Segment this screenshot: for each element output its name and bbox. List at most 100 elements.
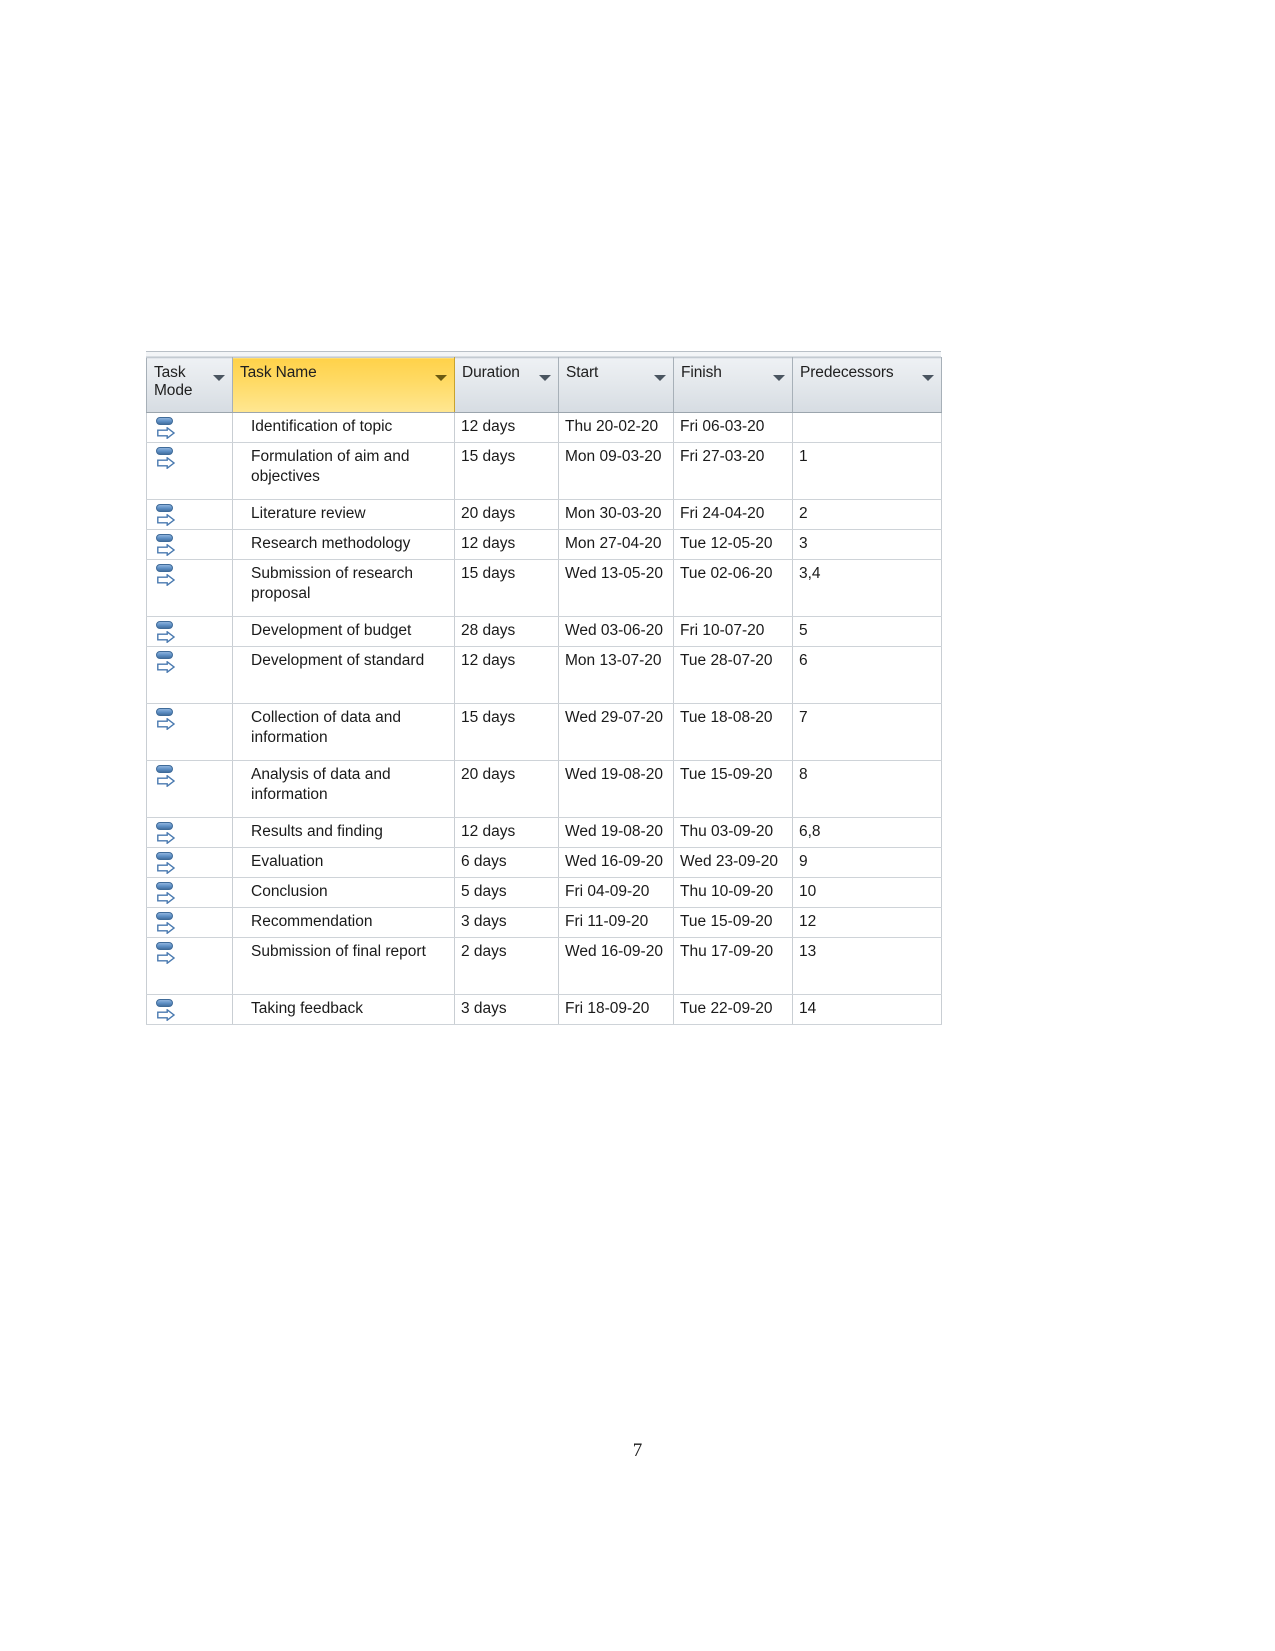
table-row[interactable]: Collection of data and information 15 day… <box>146 703 942 761</box>
cell-duration[interactable]: 5 days <box>454 877 559 908</box>
cell-task-mode[interactable] <box>146 937 233 995</box>
cell-start[interactable]: Wed 13-05-20 <box>558 559 674 617</box>
cell-finish[interactable]: Tue 12-05-20 <box>673 529 793 560</box>
manually-scheduled-task-icon[interactable] <box>155 533 177 558</box>
table-row[interactable]: Taking feedback 3 days Fri 18-09-20 Tue 22-… <box>146 994 942 1025</box>
cell-task-name[interactable]: Taking feedback <box>232 994 455 1025</box>
table-row[interactable]: Analysis of data and information 20 days W… <box>146 760 942 818</box>
cell-duration[interactable]: 28 days <box>454 616 559 647</box>
filter-dropdown-icon[interactable] <box>539 375 551 381</box>
cell-task-mode[interactable] <box>146 994 233 1025</box>
cell-task-name[interactable]: Development of budget <box>232 616 455 647</box>
cell-finish[interactable]: Thu 17-09-20 <box>673 937 793 995</box>
cell-start[interactable]: Fri 04-09-20 <box>558 877 674 908</box>
cell-task-name[interactable]: Formulation of aim and objectives <box>232 442 455 500</box>
cell-start[interactable]: Fri 18-09-20 <box>558 994 674 1025</box>
cell-task-mode[interactable] <box>146 877 233 908</box>
cell-predecessors[interactable]: 12 <box>792 907 942 938</box>
cell-finish[interactable]: Fri 10-07-20 <box>673 616 793 647</box>
manually-scheduled-task-icon[interactable] <box>155 650 177 675</box>
cell-duration[interactable]: 6 days <box>454 847 559 878</box>
cell-task-name[interactable]: Literature review <box>232 499 455 530</box>
cell-finish[interactable]: Tue 02-06-20 <box>673 559 793 617</box>
cell-start[interactable]: Wed 03-06-20 <box>558 616 674 647</box>
cell-finish[interactable]: Thu 10-09-20 <box>673 877 793 908</box>
column-header-duration[interactable]: Duration <box>454 357 559 413</box>
cell-start[interactable]: Wed 16-09-20 <box>558 937 674 995</box>
cell-finish[interactable]: Tue 15-09-20 <box>673 760 793 818</box>
cell-predecessors[interactable]: 2 <box>792 499 942 530</box>
cell-predecessors[interactable]: 6 <box>792 646 942 704</box>
cell-start[interactable]: Wed 19-08-20 <box>558 760 674 818</box>
cell-start[interactable]: Mon 09-03-20 <box>558 442 674 500</box>
cell-start[interactable]: Fri 11-09-20 <box>558 907 674 938</box>
table-row[interactable]: Literature review 20 days Mon 30-03-20 Fri … <box>146 499 942 530</box>
cell-task-name[interactable]: Results and finding <box>232 817 455 848</box>
cell-duration[interactable]: 20 days <box>454 499 559 530</box>
cell-duration[interactable]: 3 days <box>454 994 559 1025</box>
cell-duration[interactable]: 2 days <box>454 937 559 995</box>
cell-start[interactable]: Mon 30-03-20 <box>558 499 674 530</box>
cell-task-mode[interactable] <box>146 646 233 704</box>
cell-task-mode[interactable] <box>146 559 233 617</box>
table-row[interactable]: Submission of final report 2 days Wed 16-0… <box>146 937 942 995</box>
cell-task-mode[interactable] <box>146 760 233 818</box>
manually-scheduled-task-icon[interactable] <box>155 620 177 645</box>
cell-duration[interactable]: 12 days <box>454 529 559 560</box>
cell-finish[interactable]: Tue 15-09-20 <box>673 907 793 938</box>
cell-predecessors[interactable]: 3 <box>792 529 942 560</box>
cell-predecessors[interactable]: 8 <box>792 760 942 818</box>
cell-start[interactable]: Mon 27-04-20 <box>558 529 674 560</box>
manually-scheduled-task-icon[interactable] <box>155 821 177 846</box>
cell-start[interactable]: Wed 19-08-20 <box>558 817 674 848</box>
cell-predecessors[interactable]: 6,8 <box>792 817 942 848</box>
cell-task-mode[interactable] <box>146 847 233 878</box>
manually-scheduled-task-icon[interactable] <box>155 851 177 876</box>
cell-duration[interactable]: 3 days <box>454 907 559 938</box>
cell-task-mode[interactable] <box>146 412 233 443</box>
manually-scheduled-task-icon[interactable] <box>155 764 177 789</box>
cell-predecessors[interactable]: 7 <box>792 703 942 761</box>
manually-scheduled-task-icon[interactable] <box>155 941 177 966</box>
cell-task-name[interactable]: Collection of data and information <box>232 703 455 761</box>
table-row[interactable]: Conclusion 5 days Fri 04-09-20 Thu 10-09-20… <box>146 877 942 908</box>
manually-scheduled-task-icon[interactable] <box>155 998 177 1023</box>
cell-finish[interactable]: Fri 06-03-20 <box>673 412 793 443</box>
cell-task-name[interactable]: Development of standard <box>232 646 455 704</box>
column-header-start[interactable]: Start <box>558 357 674 413</box>
filter-dropdown-icon[interactable] <box>922 375 934 381</box>
cell-task-mode[interactable] <box>146 703 233 761</box>
table-row[interactable]: Development of budget 28 days Wed 03-06-20… <box>146 616 942 647</box>
cell-start[interactable]: Mon 13-07-20 <box>558 646 674 704</box>
filter-dropdown-icon[interactable] <box>773 375 785 381</box>
cell-duration[interactable]: 12 days <box>454 412 559 443</box>
cell-finish[interactable]: Tue 18-08-20 <box>673 703 793 761</box>
cell-task-name[interactable]: Analysis of data and information <box>232 760 455 818</box>
cell-predecessors[interactable]: 13 <box>792 937 942 995</box>
cell-duration[interactable]: 12 days <box>454 817 559 848</box>
column-header-task-name[interactable]: Task Name <box>232 357 455 413</box>
table-row[interactable]: Development of standard 12 days Mon 13-07-… <box>146 646 942 704</box>
cell-duration[interactable]: 20 days <box>454 760 559 818</box>
cell-finish[interactable]: Tue 22-09-20 <box>673 994 793 1025</box>
cell-task-name[interactable]: Evaluation <box>232 847 455 878</box>
cell-predecessors[interactable] <box>792 412 942 443</box>
cell-finish[interactable]: Thu 03-09-20 <box>673 817 793 848</box>
cell-task-mode[interactable] <box>146 442 233 500</box>
cell-start[interactable]: Wed 29-07-20 <box>558 703 674 761</box>
cell-duration[interactable]: 15 days <box>454 442 559 500</box>
cell-task-name[interactable]: Submission of research proposal <box>232 559 455 617</box>
manually-scheduled-task-icon[interactable] <box>155 881 177 906</box>
cell-task-name[interactable]: Submission of final report <box>232 937 455 995</box>
cell-predecessors[interactable]: 5 <box>792 616 942 647</box>
cell-predecessors[interactable]: 9 <box>792 847 942 878</box>
cell-task-mode[interactable] <box>146 817 233 848</box>
manually-scheduled-task-icon[interactable] <box>155 563 177 588</box>
table-row[interactable]: Submission of research proposal 15 days We… <box>146 559 942 617</box>
cell-predecessors[interactable]: 14 <box>792 994 942 1025</box>
cell-start[interactable]: Thu 20-02-20 <box>558 412 674 443</box>
cell-task-name[interactable]: Identification of topic <box>232 412 455 443</box>
cell-finish[interactable]: Fri 24-04-20 <box>673 499 793 530</box>
cell-duration[interactable]: 15 days <box>454 559 559 617</box>
filter-dropdown-icon[interactable] <box>213 375 225 381</box>
